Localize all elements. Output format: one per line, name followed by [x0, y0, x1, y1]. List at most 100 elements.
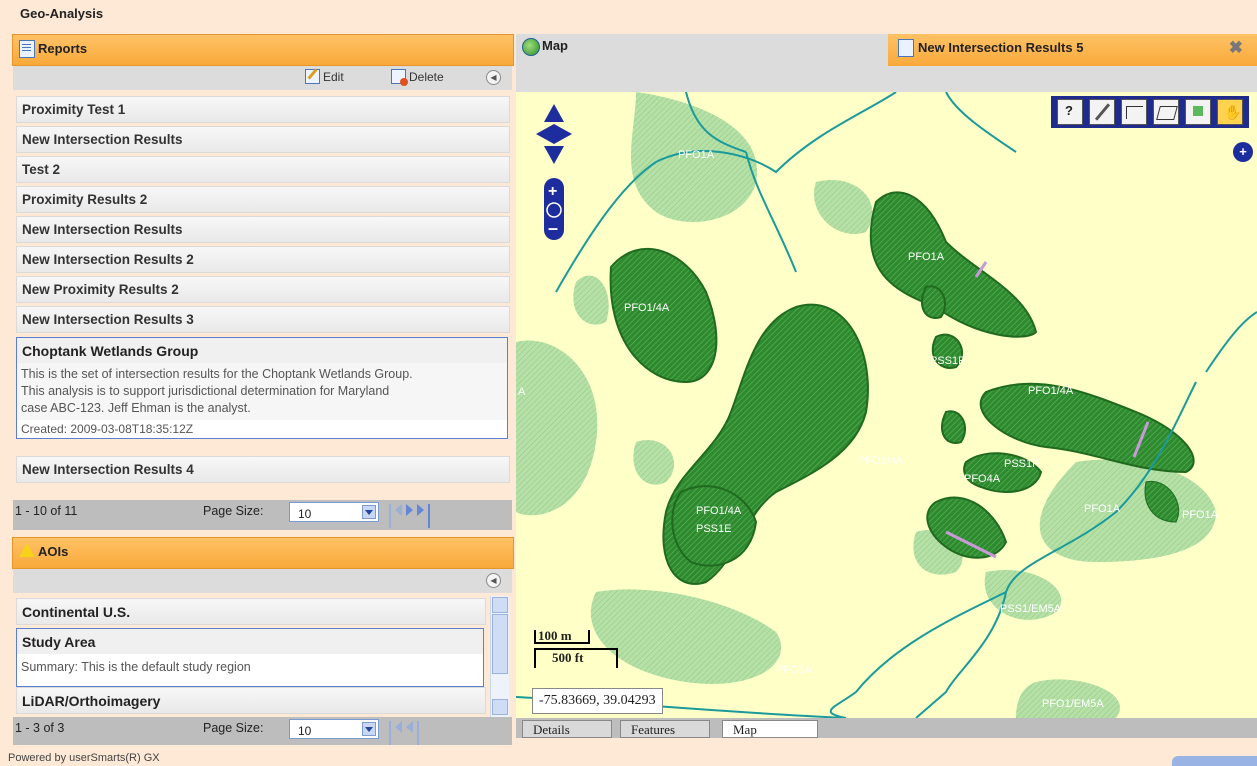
select-icon[interactable] [1185, 99, 1211, 125]
reports-panel-header: Reports [12, 34, 514, 66]
list-item[interactable]: Test 2 [16, 156, 510, 183]
corner-button[interactable] [1172, 756, 1257, 766]
pan-up-icon[interactable] [544, 104, 564, 122]
page-size-select[interactable]: 10 [289, 719, 379, 739]
item-label: Test 2 [22, 162, 61, 177]
expand-icon[interactable]: + [1233, 142, 1253, 162]
pan-left-icon[interactable] [536, 124, 554, 144]
edit-icon [305, 69, 320, 84]
description-line: case ABC-123. Jeff Ehman is the analyst. [21, 401, 251, 415]
map-canvas[interactable]: PFO1A PFO1A PFO1/4A PSS1F PFO1/4A A PFO1… [516, 92, 1257, 718]
page-size-value: 10 [298, 724, 312, 738]
map-svg: PFO1A PFO1A PFO1/4A PSS1F PFO1/4A A PFO1… [516, 92, 1257, 718]
page-size-select[interactable]: 10 [289, 502, 379, 522]
aois-panel-header: AOIs [12, 537, 514, 569]
collapse-reports-button[interactable]: ◀ [486, 70, 501, 85]
globe-icon [522, 38, 540, 56]
list-item[interactable]: LiDAR/Orthoimagery [16, 687, 486, 714]
edit-button[interactable]: Edit [305, 69, 344, 84]
map-label: PSS1F [930, 355, 965, 367]
list-item[interactable]: Proximity Test 1 [16, 96, 510, 123]
pan-hand-icon[interactable]: ✋ [1217, 99, 1243, 125]
map-label: PFO4A [964, 473, 1001, 485]
map-label: PSS1F [1004, 458, 1039, 470]
item-label: Continental U.S. [22, 604, 131, 620]
list-item[interactable]: Proximity Results 2 [16, 186, 510, 213]
tab-map[interactable]: Map [542, 38, 568, 53]
delete-icon [391, 69, 408, 86]
tab-details[interactable]: Details [522, 720, 612, 738]
document-icon [19, 40, 35, 58]
pan-zoom-control[interactable]: + – [534, 102, 574, 242]
item-label: LiDAR/Orthoimagery [22, 693, 161, 709]
map-label: PFO1A [678, 149, 715, 161]
map-label: PFO1A [908, 251, 945, 263]
map-label: PFO1/EM5A [1042, 698, 1104, 710]
zoom-in-icon[interactable]: + [548, 183, 557, 200]
created-timestamp: Created: 2009-03-08T18:35:12Z [17, 420, 507, 438]
dropdown-arrow-icon [362, 722, 376, 736]
pan-right-icon[interactable] [554, 124, 572, 144]
item-label: Proximity Test 1 [22, 102, 126, 117]
selected-aoi[interactable]: Study Area Summary: This is the default … [16, 628, 484, 687]
list-item[interactable]: New Intersection Results [16, 216, 510, 243]
item-label: Proximity Results 2 [22, 192, 148, 207]
bottom-tabbar: Details Features Map [516, 718, 1257, 738]
map-label: A [518, 386, 526, 398]
selected-aoi-summary: Summary: This is the default study regio… [21, 660, 251, 674]
aoi-scrollbar[interactable] [490, 596, 509, 717]
zoom-out-icon[interactable]: – [548, 218, 558, 238]
collapse-aois-button[interactable]: ◀ [486, 573, 501, 588]
map-label: PFO1/4A [858, 455, 904, 467]
close-icon[interactable]: ✖ [1229, 38, 1243, 58]
page-size-label: Page Size: [203, 504, 264, 518]
item-label: New Intersection Results [22, 222, 183, 237]
reports-toolbar: Edit Delete ◀ [13, 66, 512, 90]
scroll-thumb[interactable] [492, 614, 508, 674]
scroll-down-button[interactable] [492, 699, 508, 715]
next-page-icon[interactable] [406, 504, 413, 516]
item-label: New Intersection Results 3 [22, 312, 194, 327]
map-label: PFO1A [1182, 509, 1219, 521]
list-item[interactable]: New Intersection Results 3 [16, 306, 510, 333]
reports-title: Reports [38, 41, 88, 56]
pager-nav [389, 504, 430, 528]
first-page-icon[interactable] [389, 504, 391, 528]
map-label: PFO1/4A [624, 302, 670, 314]
app-title: Geo-Analysis [20, 6, 104, 21]
last-page-icon[interactable] [417, 721, 419, 745]
delete-button[interactable]: Delete [391, 69, 444, 86]
map-label: PFO1A [1084, 503, 1121, 515]
list-item[interactable]: New Intersection Results 2 [16, 246, 510, 273]
page-size-value: 10 [298, 507, 312, 521]
aois-pager: 1 - 3 of 3 Page Size: 10 [13, 717, 512, 745]
prev-page-icon[interactable] [395, 504, 402, 516]
pager-count: 1 - 10 of 11 [15, 504, 78, 518]
document-icon [898, 39, 914, 57]
tab-features[interactable]: Features [620, 720, 710, 738]
selected-report[interactable]: Choptank Wetlands Group This is the set … [16, 337, 508, 439]
list-item[interactable]: Continental U.S. [16, 598, 486, 625]
pencil-icon[interactable] [1089, 99, 1115, 125]
polygon-icon[interactable] [1153, 99, 1179, 125]
list-item[interactable]: New Proximity Results 2 [16, 276, 510, 303]
scroll-up-button[interactable] [492, 597, 508, 613]
aois-title: AOIs [38, 544, 69, 559]
tab-map-view[interactable]: Map [722, 720, 818, 738]
tab-new-intersection-results[interactable]: New Intersection Results 5 ✖ [888, 34, 1257, 66]
prev-page-icon[interactable] [395, 721, 402, 733]
polyline-icon[interactable] [1121, 99, 1147, 125]
list-item[interactable]: New Intersection Results [16, 126, 510, 153]
pan-down-icon[interactable] [544, 146, 564, 164]
help-icon[interactable]: ? [1057, 99, 1083, 125]
item-label: New Intersection Results 4 [22, 462, 194, 477]
warning-icon [19, 543, 35, 557]
last-page-icon[interactable] [417, 504, 424, 516]
first-page-icon[interactable] [389, 721, 391, 745]
list-item[interactable]: New Intersection Results 4 [16, 456, 510, 483]
coordinate-readout: -75.83669, 39.04293 [532, 688, 663, 714]
item-label: New Intersection Results 2 [22, 252, 194, 267]
next-page-icon[interactable] [406, 721, 413, 733]
app-title-bar: Geo-Analysis [0, 0, 1257, 30]
aois-toolbar: ◀ [13, 569, 512, 593]
